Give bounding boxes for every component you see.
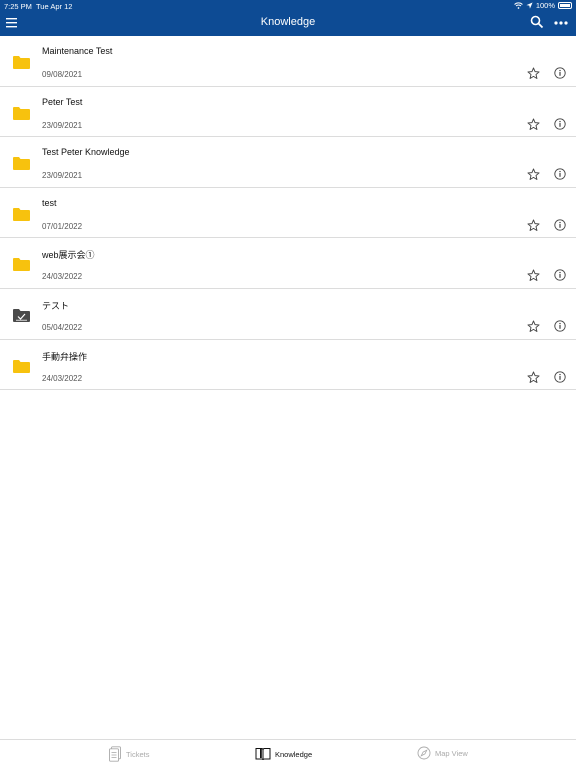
star-icon[interactable] bbox=[527, 320, 540, 333]
knowledge-list: Maintenance Test 09/08/2021 Peter Test 2… bbox=[0, 36, 576, 391]
tab-bar: Tickets Knowledge Map View bbox=[0, 739, 576, 768]
top-bar: 7:25 PM Tue Apr 12 100% Knowledge bbox=[0, 0, 576, 36]
item-name: web展示会① bbox=[42, 250, 95, 261]
tab-tickets[interactable]: Tickets bbox=[108, 746, 149, 762]
tab-knowledge[interactable]: Knowledge bbox=[255, 746, 312, 762]
search-icon[interactable] bbox=[530, 15, 544, 29]
folder-icon bbox=[13, 359, 30, 373]
compass-icon bbox=[417, 746, 431, 760]
star-icon[interactable] bbox=[527, 118, 540, 131]
star-icon[interactable] bbox=[527, 67, 540, 80]
page-title: Knowledge bbox=[260, 16, 316, 28]
star-icon[interactable] bbox=[527, 219, 540, 232]
info-icon[interactable] bbox=[554, 67, 566, 79]
item-date: 07/01/2022 bbox=[42, 221, 83, 231]
list-item[interactable]: Maintenance Test 09/08/2021 bbox=[0, 36, 576, 87]
battery-percent: 100% bbox=[535, 1, 555, 10]
book-icon bbox=[255, 748, 271, 761]
folder-check-icon bbox=[13, 308, 30, 322]
info-icon[interactable] bbox=[554, 269, 566, 282]
item-name: test bbox=[42, 197, 57, 208]
star-icon[interactable] bbox=[527, 269, 540, 282]
item-name: 手動弁操作 bbox=[42, 351, 88, 362]
star-icon[interactable] bbox=[527, 168, 540, 181]
info-icon[interactable] bbox=[554, 117, 566, 130]
navigation-bar: Knowledge bbox=[0, 12, 576, 36]
tab-label: Knowledge bbox=[275, 749, 313, 759]
list-item[interactable]: test 07/01/2022 bbox=[0, 188, 576, 239]
star-icon[interactable] bbox=[527, 371, 540, 384]
item-date: 24/03/2022 bbox=[42, 373, 83, 383]
list-item[interactable]: Test Peter Knowledge 23/09/2021 bbox=[0, 137, 576, 188]
tab-label: Map View bbox=[435, 748, 468, 758]
more-dots-icon[interactable] bbox=[553, 15, 569, 29]
tickets-icon bbox=[109, 746, 121, 762]
info-icon[interactable] bbox=[554, 219, 566, 231]
location-icon bbox=[526, 2, 533, 9]
tab-label: Tickets bbox=[126, 749, 150, 759]
list-item[interactable]: 手動弁操作 24/03/2022 bbox=[0, 340, 576, 391]
item-date: 05/04/2022 bbox=[42, 322, 83, 332]
item-date: 09/08/2021 bbox=[42, 70, 83, 79]
list-item[interactable]: web展示会① 24/03/2022 bbox=[0, 238, 576, 289]
item-name: Test Peter Knowledge bbox=[42, 147, 130, 158]
item-date: 24/03/2022 bbox=[42, 272, 83, 282]
folder-icon bbox=[13, 56, 30, 69]
list-item[interactable]: テスト 05/04/2022 bbox=[0, 289, 576, 340]
info-icon[interactable] bbox=[554, 370, 566, 383]
item-date: 23/09/2021 bbox=[42, 171, 83, 181]
status-time: 7:25 PM bbox=[4, 2, 32, 11]
battery-icon bbox=[558, 2, 572, 9]
item-date: 23/09/2021 bbox=[42, 120, 83, 130]
folder-icon bbox=[13, 258, 30, 272]
info-icon[interactable] bbox=[554, 320, 566, 332]
item-name: テスト bbox=[42, 300, 70, 311]
status-bar: 7:25 PM Tue Apr 12 100% bbox=[0, 0, 576, 12]
tab-map-view[interactable]: Map View bbox=[417, 746, 468, 760]
status-date: Tue Apr 12 bbox=[36, 2, 73, 11]
item-name: Peter Test bbox=[42, 96, 83, 107]
status-right: 100% bbox=[514, 1, 572, 10]
list-item[interactable]: Peter Test 23/09/2021 bbox=[0, 87, 576, 138]
wifi-icon bbox=[514, 2, 523, 9]
item-name: Maintenance Test bbox=[42, 46, 113, 56]
folder-icon bbox=[13, 207, 30, 221]
info-icon[interactable] bbox=[554, 168, 566, 180]
folder-icon bbox=[13, 157, 30, 171]
folder-icon bbox=[13, 106, 30, 120]
